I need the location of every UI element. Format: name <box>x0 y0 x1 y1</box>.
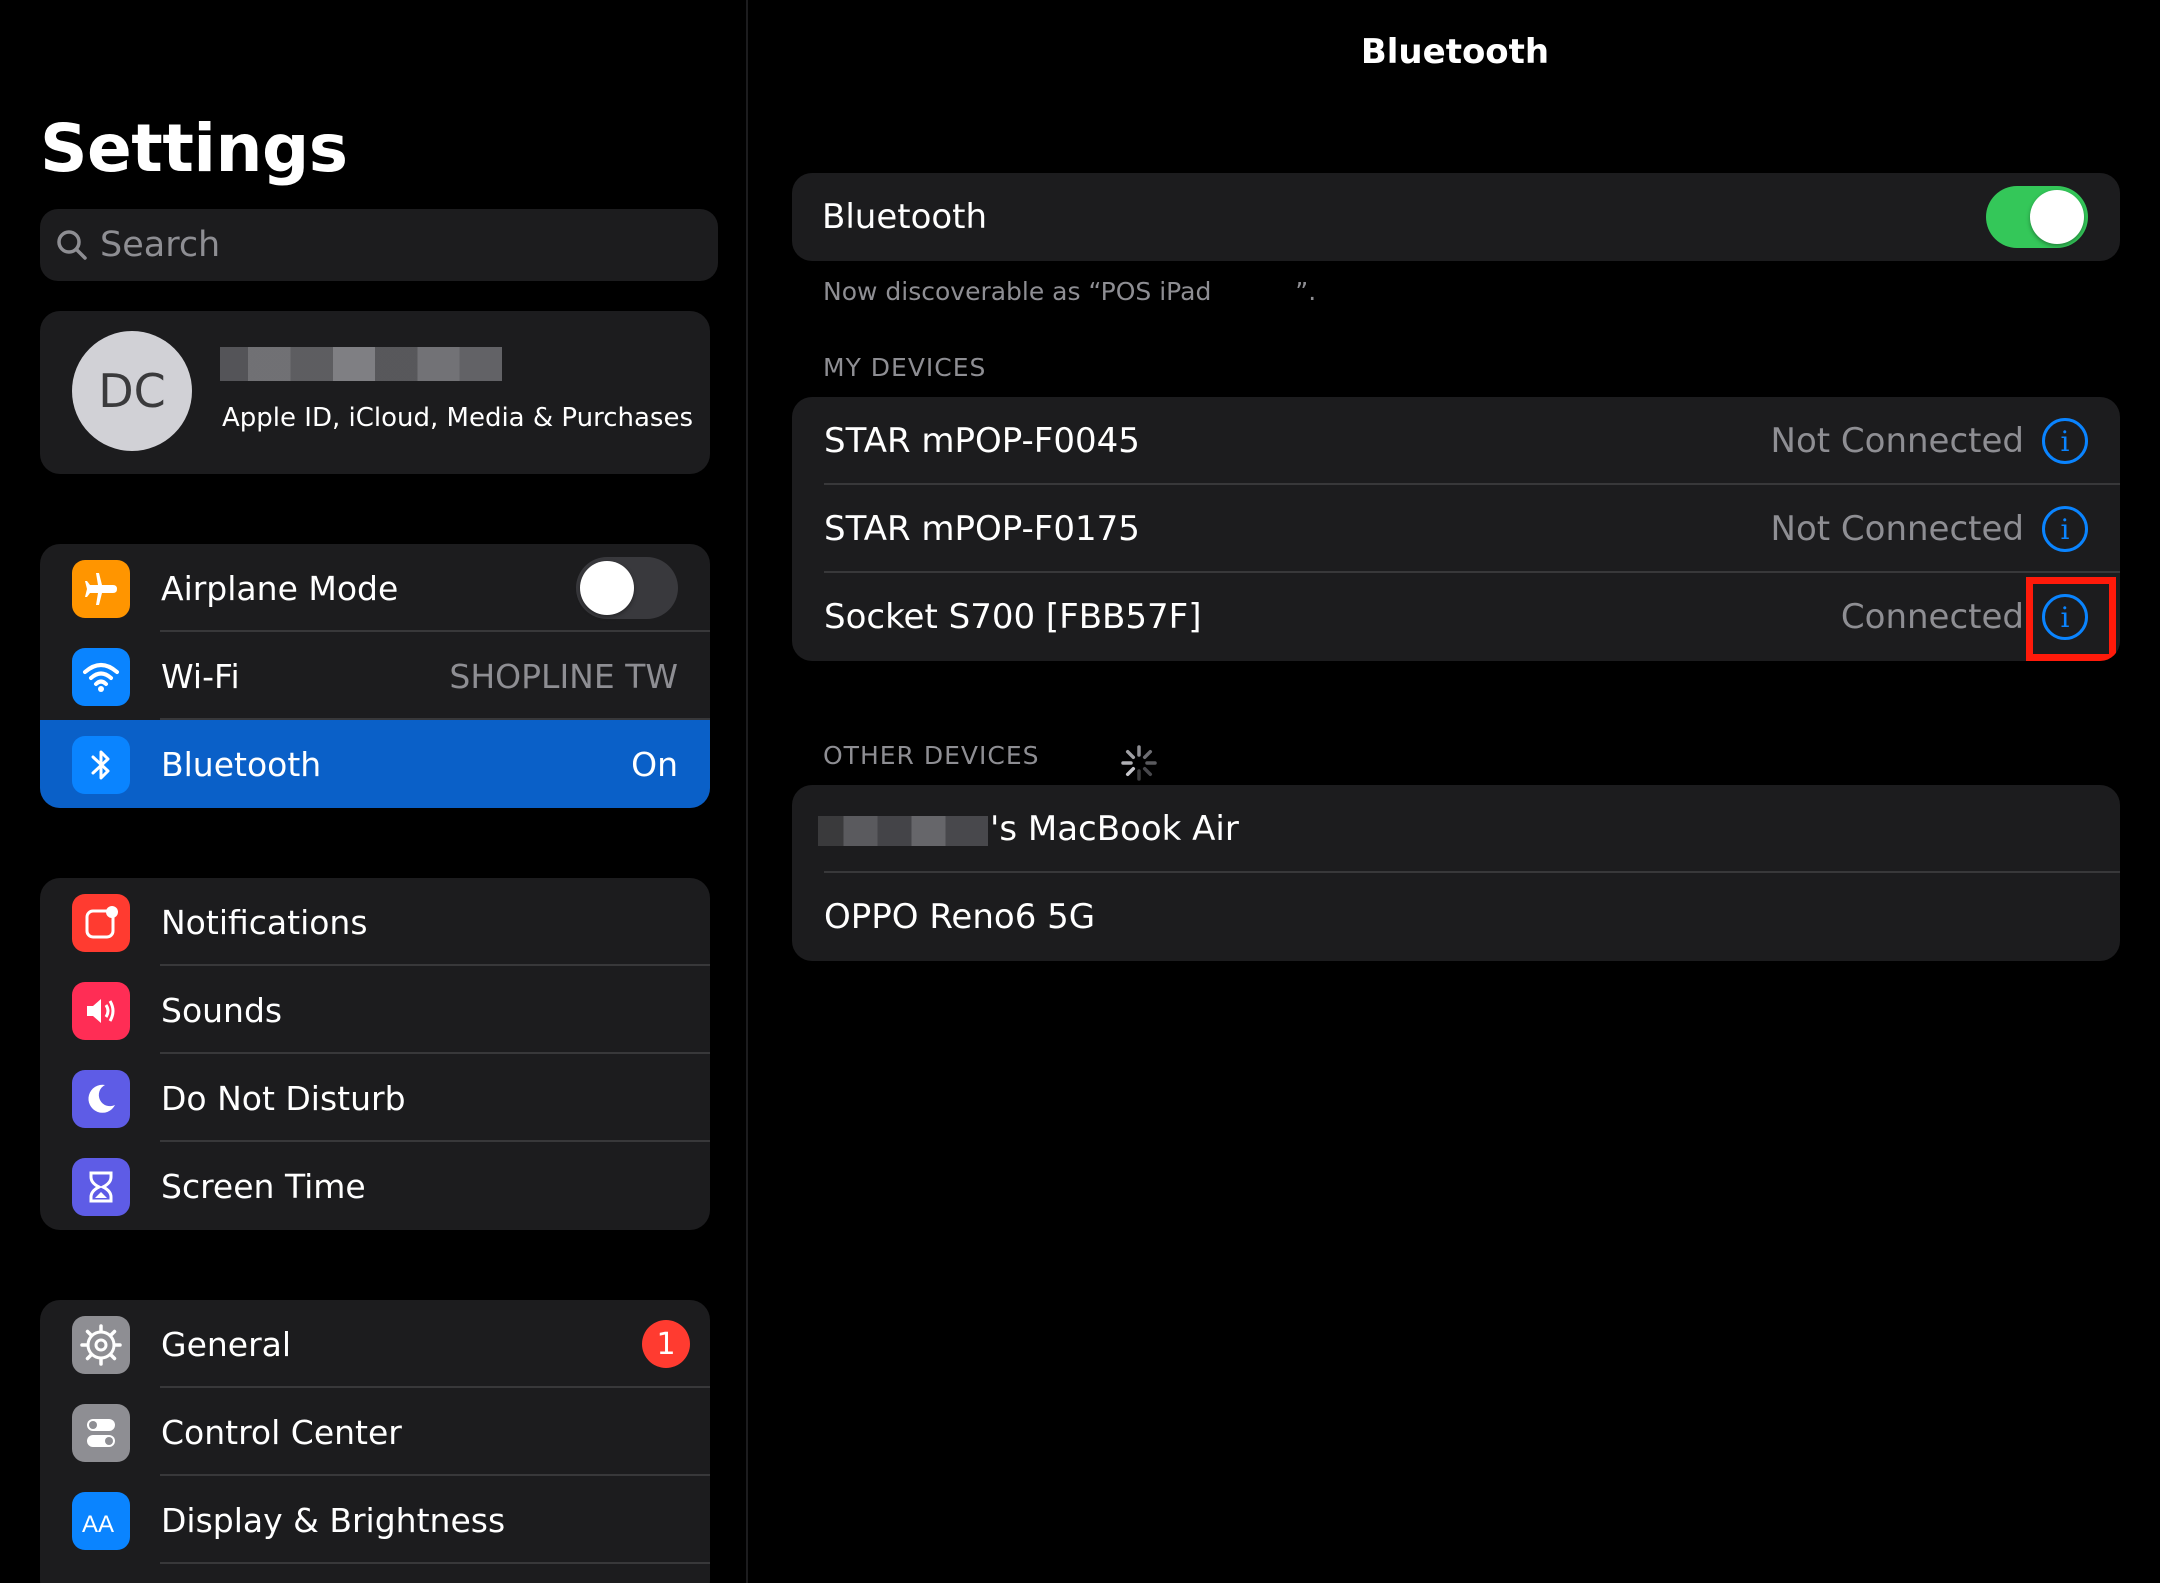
device-name: OPPO Reno6 5G <box>824 897 1096 937</box>
speaker-icon <box>72 982 130 1040</box>
sidebar-item-airplane-mode[interactable]: Airplane Mode <box>40 544 710 632</box>
sidebar-item-notifications[interactable]: Notifications <box>40 878 710 966</box>
gear-icon <box>72 1316 130 1374</box>
discoverable-note: Now discoverable as “POS iPad ”. <box>823 277 1316 308</box>
info-icon[interactable]: i <box>2042 418 2088 464</box>
bluetooth-detail: Bluetooth Bluetooth Now discoverable as … <box>750 0 2160 1583</box>
airplane-mode-toggle[interactable] <box>576 557 678 619</box>
device-status: Not Connected <box>1770 509 2024 549</box>
bluetooth-toggle[interactable] <box>1986 186 2088 248</box>
apple-id-profile[interactable]: DC Apple ID, iCloud, Media & Purchases <box>40 311 710 474</box>
redacted-owner-name <box>818 815 988 846</box>
device-status: Connected <box>1840 597 2024 637</box>
notifications-icon <box>72 894 130 952</box>
device-status: Not Connected <box>1770 421 2024 461</box>
discoverable-suffix: ”. <box>1295 277 1317 306</box>
device-row[interactable]: STAR mPOP-F0045 Not Connected i <box>792 397 2120 485</box>
sidebar-item-control-center[interactable]: Control Center <box>40 1388 710 1476</box>
sidebar-item-label: General <box>161 1324 292 1364</box>
sidebar-item-do-not-disturb[interactable]: Do Not Disturb <box>40 1054 710 1142</box>
device-name: Socket S700 [FBB57F] <box>824 597 1202 637</box>
sidebar-item-label: Notifications <box>161 902 368 942</box>
sidebar-item-screen-time[interactable]: Screen Time <box>40 1142 710 1230</box>
device-name: 's MacBook Air <box>818 809 1239 849</box>
device-row[interactable]: STAR mPOP-F0175 Not Connected i <box>792 485 2120 573</box>
loading-spinner-icon <box>1121 745 1157 781</box>
discoverable-prefix: Now discoverable as “POS iPad <box>823 277 1220 306</box>
sidebar-item-label: Airplane Mode <box>161 568 399 608</box>
sidebar-item-bluetooth[interactable]: Bluetooth On <box>40 720 710 808</box>
hourglass-icon <box>72 1158 130 1216</box>
other-devices-header: OTHER DEVICES <box>823 741 1157 781</box>
avatar: DC <box>72 331 192 451</box>
search-input[interactable]: Search <box>40 209 718 281</box>
sidebar-item-label: Screen Time <box>161 1166 366 1206</box>
moon-icon <box>72 1070 130 1128</box>
device-row[interactable]: Socket S700 [FBB57F] Connected i <box>792 573 2120 661</box>
svg-text:AA: AA <box>82 1511 114 1538</box>
sidebar-item-label: Do Not Disturb <box>161 1078 406 1118</box>
nav-title: Bluetooth <box>1360 32 1550 72</box>
connectivity-group: Airplane Mode Wi-Fi SHOPLINE TW Bluetoot… <box>40 544 710 808</box>
search-placeholder: Search <box>100 225 221 265</box>
sidebar-item-label: Sounds <box>161 990 283 1030</box>
sidebar-item-display-brightness[interactable]: AA Display & Brightness <box>40 1476 710 1564</box>
search-icon <box>57 230 87 260</box>
device-row[interactable]: 's MacBook Air <box>792 785 2120 873</box>
device-name: STAR mPOP-F0175 <box>824 509 1140 549</box>
text-size-icon: AA <box>72 1492 130 1550</box>
wifi-network-name: SHOPLINE TW <box>449 656 678 696</box>
device-name: STAR mPOP-F0045 <box>824 421 1140 461</box>
bluetooth-toggle-row: Bluetooth <box>792 173 2120 261</box>
wifi-icon <box>72 648 130 706</box>
bluetooth-toggle-card: Bluetooth <box>792 173 2120 261</box>
profile-subtitle: Apple ID, iCloud, Media & Purchases <box>222 403 694 433</box>
redacted-name <box>220 347 502 381</box>
info-icon[interactable]: i <box>2042 506 2088 552</box>
page-title: Settings <box>40 110 348 187</box>
update-badge: 1 <box>642 1320 690 1368</box>
device-row[interactable]: OPPO Reno6 5G <box>792 873 2120 961</box>
bluetooth-toggle-label: Bluetooth <box>822 197 988 237</box>
airplane-icon <box>72 560 130 618</box>
highlight-box <box>2026 577 2116 661</box>
sidebar-item-sounds[interactable]: Sounds <box>40 966 710 1054</box>
sidebar-item-general[interactable]: General 1 <box>40 1300 710 1388</box>
other-devices-label: OTHER DEVICES <box>823 741 1040 770</box>
other-devices-list: 's MacBook Air OPPO Reno6 5G <box>792 785 2120 961</box>
sidebar-item-label: Control Center <box>161 1412 402 1452</box>
bluetooth-status: On <box>631 744 678 784</box>
sidebar-item-wifi[interactable]: Wi-Fi SHOPLINE TW <box>40 632 710 720</box>
notifications-group: Notifications Sounds Do Not Disturb Scre… <box>40 878 710 1230</box>
my-devices-header: MY DEVICES <box>823 353 987 382</box>
device-name-text: 's MacBook Air <box>990 809 1239 849</box>
switches-icon <box>72 1404 130 1462</box>
sidebar-item-label: Bluetooth <box>161 744 322 784</box>
redacted-device-name <box>1219 278 1296 308</box>
sidebar-item-label: Wi-Fi <box>161 656 240 696</box>
sidebar-item-label: Display & Brightness <box>161 1500 506 1540</box>
my-devices-list: STAR mPOP-F0045 Not Connected i STAR mPO… <box>792 397 2120 661</box>
general-group: General 1 Control Center AA Display & Br… <box>40 1300 710 1583</box>
sidebar: Settings Search DC Apple ID, iCloud, Med… <box>0 0 748 1583</box>
bluetooth-icon <box>72 736 130 794</box>
